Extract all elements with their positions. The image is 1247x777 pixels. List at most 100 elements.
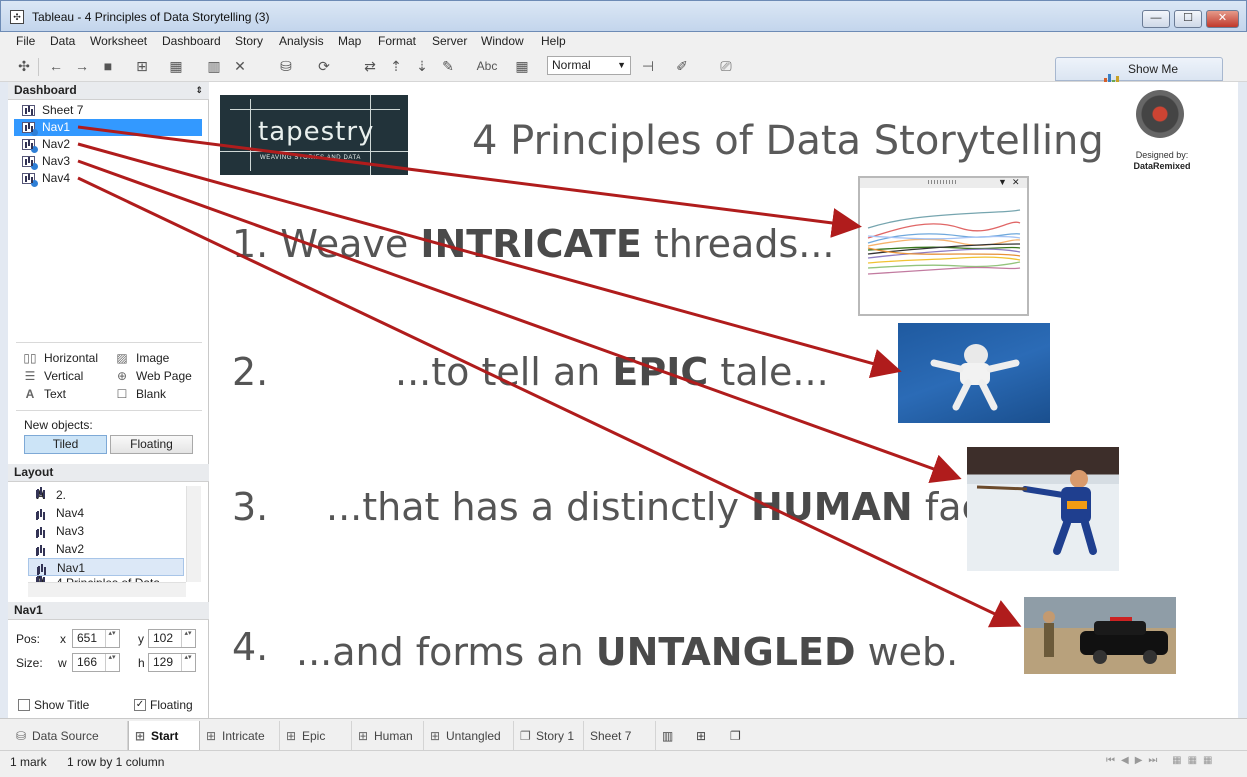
sheet-item-nav1[interactable]: Nav1 bbox=[14, 119, 202, 136]
floating-sheet-header[interactable]: ▼ ✕ bbox=[860, 178, 1027, 188]
floating-toggle[interactable]: Floating bbox=[110, 435, 193, 454]
minimize-button[interactable]: — bbox=[1142, 10, 1170, 28]
pin-icon[interactable]: ⊣ bbox=[638, 57, 658, 75]
tab-label: Start bbox=[151, 729, 179, 743]
tab-intricate[interactable]: ⊞ Intricate bbox=[200, 721, 280, 751]
close-icon[interactable]: ✕ bbox=[1012, 178, 1020, 187]
dashboard-side-pane: Dashboard ⇕ Sheet 7 Nav1 Nav2 Nav3 Nav4 … bbox=[8, 82, 209, 718]
principle-4-number: 4. bbox=[232, 625, 269, 669]
menu-story[interactable]: Story bbox=[235, 34, 263, 48]
tableau-logo-icon[interactable]: ✣ bbox=[14, 57, 34, 75]
tab-start[interactable]: ⊞ Start bbox=[128, 721, 200, 751]
layout-pane-header: Layout bbox=[8, 464, 209, 482]
sheet-item-nav2[interactable]: Nav2 bbox=[14, 136, 202, 153]
object-image[interactable]: ▨ Image bbox=[114, 350, 169, 366]
pane-menu-icon[interactable]: ⇕ bbox=[195, 82, 203, 99]
menu-file[interactable]: File bbox=[16, 34, 35, 48]
principle-2-number: 2. bbox=[232, 350, 269, 394]
logo-line bbox=[220, 151, 408, 152]
layout-item-label: 2. bbox=[56, 488, 67, 502]
principle-text: ...that has a distinctly bbox=[326, 485, 752, 529]
show-mark-labels-button[interactable]: Abc bbox=[470, 57, 504, 75]
intricate-threads-thumbnail bbox=[867, 209, 1021, 275]
duplicate-sheet-icon[interactable]: ▥ bbox=[204, 57, 224, 75]
clear-sheet-icon[interactable]: ✕ bbox=[230, 57, 250, 75]
tab-untangled[interactable]: ⊞ Untangled bbox=[424, 721, 514, 751]
save-icon[interactable]: ■ bbox=[98, 57, 118, 75]
highlight-icon[interactable]: ✎ bbox=[438, 57, 458, 75]
new-worksheet-icon[interactable]: ▦ bbox=[166, 57, 186, 75]
layout-horizontal-scrollbar[interactable] bbox=[28, 582, 186, 597]
object-text[interactable]: A Text bbox=[22, 386, 66, 402]
new-dashboard-tab-icon[interactable]: ⊞ bbox=[696, 721, 720, 751]
layout-item-nav4[interactable]: Nav4 bbox=[28, 504, 184, 522]
status-navigation-icons[interactable]: ⏮◀▶⏭ ▦▦▦ bbox=[1106, 755, 1219, 766]
worksheet-icon bbox=[36, 544, 48, 555]
new-story-tab-icon[interactable]: ❐ bbox=[730, 721, 754, 751]
undo-icon[interactable]: ← bbox=[46, 57, 66, 75]
redo-icon[interactable]: → bbox=[72, 57, 92, 75]
pause-updates-icon[interactable]: ⛁ bbox=[276, 57, 296, 75]
tab-human[interactable]: ⊞ Human bbox=[352, 721, 424, 751]
object-blank[interactable]: ☐ Blank bbox=[114, 386, 166, 402]
skydiver-figure bbox=[930, 344, 1020, 411]
menu-data[interactable]: Data bbox=[50, 34, 75, 48]
menu-window[interactable]: Window bbox=[481, 34, 524, 48]
layout-item-nav1[interactable]: Nav1 bbox=[28, 558, 184, 576]
chevron-down-icon[interactable]: ▼ bbox=[998, 178, 1007, 187]
new-worksheet-tab-icon[interactable]: ▥ bbox=[662, 721, 686, 751]
sheet-item-nav3[interactable]: Nav3 bbox=[14, 153, 202, 170]
story-icon: ❐ bbox=[520, 729, 531, 743]
presentation-mode-icon[interactable]: ⎚ bbox=[716, 57, 736, 75]
swap-rows-columns-icon[interactable]: ⇄ bbox=[360, 57, 380, 75]
layout-item-nav2[interactable]: Nav2 bbox=[28, 540, 184, 558]
floating-checkbox[interactable]: ✓ bbox=[134, 699, 146, 711]
fit-select[interactable]: Normal ▼ bbox=[547, 56, 631, 75]
x-position-input[interactable]: 651 bbox=[72, 629, 120, 648]
show-me-button[interactable]: Show Me bbox=[1055, 57, 1223, 86]
layout-item-text[interactable]: A 2. bbox=[28, 486, 184, 504]
view-size-icon[interactable]: ▦ bbox=[512, 57, 532, 75]
annotate-icon[interactable]: ✐ bbox=[672, 57, 692, 75]
principle-text: Weave bbox=[280, 222, 421, 266]
menu-analysis[interactable]: Analysis bbox=[279, 34, 324, 48]
menu-map[interactable]: Map bbox=[338, 34, 361, 48]
menu-format[interactable]: Format bbox=[378, 34, 416, 48]
pos-label: Pos: bbox=[16, 632, 41, 646]
object-web-page[interactable]: ⊕ Web Page bbox=[114, 368, 192, 384]
sheet-item-nav4[interactable]: Nav4 bbox=[14, 170, 202, 187]
tab-story-1[interactable]: ❐ Story 1 bbox=[514, 721, 584, 751]
principle-3: ...that has a distinctly HUMAN face bbox=[326, 485, 1006, 529]
drag-handle-icon[interactable] bbox=[928, 180, 958, 184]
tab-epic[interactable]: ⊞ Epic bbox=[280, 721, 352, 751]
object-vertical[interactable]: ☰ Vertical bbox=[22, 368, 84, 384]
tiled-toggle[interactable]: Tiled bbox=[24, 435, 107, 454]
y-position-input[interactable]: 102 bbox=[148, 629, 196, 648]
layout-item-nav3[interactable]: Nav3 bbox=[28, 522, 184, 540]
menu-help[interactable]: Help bbox=[541, 34, 566, 48]
menu-dashboard[interactable]: Dashboard bbox=[162, 34, 221, 48]
close-button[interactable]: ✕ bbox=[1206, 10, 1239, 28]
database-icon: ⛁ bbox=[16, 729, 27, 743]
width-input[interactable]: 166 bbox=[72, 653, 120, 672]
nav1-floating-sheet[interactable]: ▼ ✕ bbox=[858, 176, 1029, 316]
menu-worksheet[interactable]: Worksheet bbox=[90, 34, 147, 48]
sheet-label: Nav1 bbox=[42, 120, 71, 134]
new-data-source-icon[interactable]: ⊞ bbox=[132, 57, 152, 75]
height-input[interactable]: 129 bbox=[148, 653, 196, 672]
worksheet-icon bbox=[22, 105, 35, 116]
tab-data-source[interactable]: ⛁ Data Source bbox=[10, 721, 128, 751]
menu-server[interactable]: Server bbox=[432, 34, 467, 48]
maximize-button[interactable]: ☐ bbox=[1174, 10, 1202, 28]
sort-descending-icon[interactable]: ⇣ bbox=[412, 57, 432, 75]
tab-sheet-7[interactable]: Sheet 7 bbox=[584, 721, 656, 751]
sheet-item-sheet7[interactable]: Sheet 7 bbox=[14, 102, 202, 119]
object-horizontal[interactable]: ▯▯ Horizontal bbox=[22, 350, 98, 366]
tapestry-logo: tapestry WEAVING STORIES AND DATA bbox=[220, 95, 408, 175]
refresh-icon[interactable]: ⟳ bbox=[314, 57, 334, 75]
sort-ascending-icon[interactable]: ⇡ bbox=[386, 57, 406, 75]
worksheet-icon bbox=[37, 563, 49, 574]
layout-vertical-scrollbar[interactable] bbox=[186, 486, 201, 582]
horizontal-layout-icon: ▯▯ bbox=[23, 351, 37, 365]
show-title-checkbox[interactable] bbox=[18, 699, 30, 711]
